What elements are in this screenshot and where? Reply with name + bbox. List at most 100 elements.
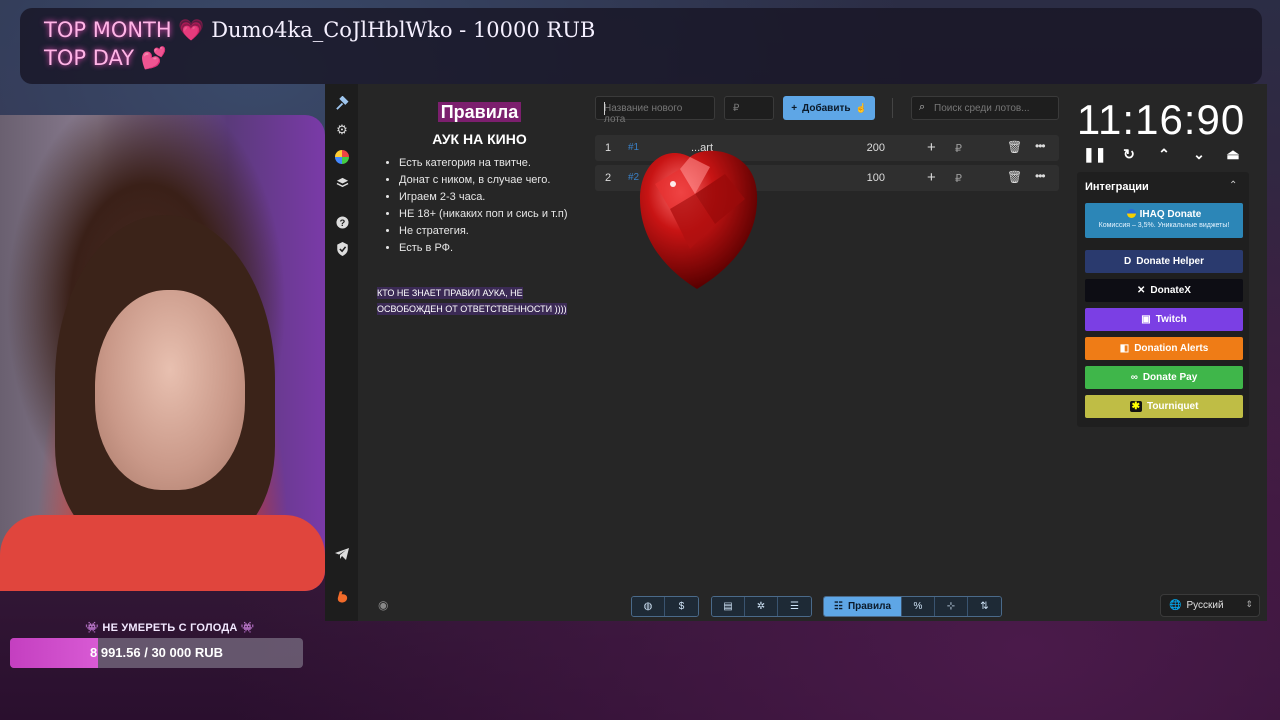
donate-pay-label: Donate Pay [1142, 372, 1198, 383]
webcam-face [95, 290, 245, 490]
tourniquet-button[interactable]: ✱ Tourniquet [1085, 395, 1243, 418]
add-amount-icon[interactable]: + [927, 169, 936, 186]
rules-icon: ☷ [833, 601, 843, 612]
pointer-hand-icon: ☝ [855, 102, 867, 113]
telegram-icon[interactable] [332, 544, 352, 564]
goal-title: 👾 НЕ УМЕРЕТЬ С ГОЛОДА 👾 [85, 622, 255, 634]
hearts-icon: 💕 [140, 46, 167, 70]
ihaq-donate-label: IHAQ Donate [1085, 209, 1243, 220]
top-day-label: TOP DAY [44, 46, 135, 70]
gear-icon[interactable]: ⚙ [332, 120, 352, 140]
sort-icon[interactable]: ⇅ [968, 597, 1001, 616]
donate-helper-icon: D [1123, 256, 1132, 267]
help-icon[interactable]: ? [332, 212, 352, 232]
lot-index: 1 [605, 142, 612, 154]
auction-hammer-icon[interactable] [332, 93, 352, 113]
rules-item: Донат с ником, в случае чего. [399, 172, 582, 189]
donate-helper-button[interactable]: D Donate Helper [1085, 250, 1243, 273]
rules-subtitle: АУК НА КИНО [432, 131, 527, 147]
new-lot-amount-input[interactable]: ₽ [724, 96, 774, 120]
rules-toggle-label: Правила [847, 601, 892, 612]
integrations-title: Интеграции [1085, 181, 1149, 193]
globe-icon: 🌐 [1169, 600, 1182, 611]
search-icon: ⌕ [919, 101, 926, 113]
language-label: Русский [1186, 600, 1224, 611]
donation-alerts-button[interactable]: ◧ Donation Alerts [1085, 337, 1243, 360]
save-icon[interactable]: ▤ [712, 597, 745, 616]
language-select[interactable]: 🌐 Русский ⇕ [1160, 594, 1260, 617]
donatex-icon: ✕ [1137, 285, 1146, 296]
bug-icon[interactable]: ✲ [745, 597, 778, 616]
tools-group: ▤ ✲ ☰ [711, 596, 812, 617]
lot-currency[interactable]: ₽ [955, 142, 962, 155]
lot-search-input[interactable]: ⌕ Поиск среди лотов... [911, 96, 1059, 120]
goal-progress-bar: 8 991.56 / 30 000 RUB [10, 638, 303, 668]
eject-icon[interactable]: ⏏ [1222, 146, 1244, 166]
goal-progress-text: 8 991.56 / 30 000 RUB [90, 645, 223, 660]
integrations-panel: Интеграции ⌃ IHAQ Donate Комиссия – 3,5%… [1077, 172, 1249, 427]
rules-item: Есть категория на твитче. [399, 155, 582, 172]
trash-icon[interactable]: 🗑 [1007, 170, 1022, 184]
twitch-button[interactable]: ▣ Twitch [1085, 308, 1243, 331]
donate-pay-icon: ∞ [1130, 372, 1138, 383]
more-options-icon[interactable]: ••• [1035, 139, 1046, 153]
new-lot-name-input[interactable]: Название нового лота [595, 96, 715, 125]
webcam-shirt [0, 515, 325, 591]
donation-alerts-label: Donation Alerts [1134, 343, 1209, 354]
lot-amount: 200 [866, 142, 885, 154]
lot-index: 2 [605, 172, 612, 184]
more-options-icon[interactable]: ••• [1035, 169, 1046, 183]
donatex-label: DonateX [1150, 285, 1191, 296]
plus-icon: + [791, 102, 798, 114]
top-month-label: TOP MONTH [44, 18, 172, 42]
search-placeholder: Поиск среди лотов... [934, 103, 1030, 114]
crystal-heart-overlay [640, 150, 758, 289]
ukraine-flag-icon [1126, 209, 1136, 218]
twitch-icon: ▣ [1141, 314, 1151, 325]
pause-icon[interactable]: ❚❚ [1083, 146, 1106, 166]
tourniquet-label: Tourniquet [1146, 401, 1199, 412]
sidebar: ⚙ ? [325, 84, 358, 621]
dollar-icon[interactable]: $ [665, 597, 698, 616]
trash-icon[interactable]: 🗑 [1007, 140, 1022, 154]
top-month-value: Dumo4ka_CoJlHblWko - 10000 RUB [211, 18, 596, 42]
view-group: ☷ Правила % ⊹ ⇅ [823, 596, 1002, 617]
boosty-icon[interactable] [332, 587, 352, 607]
add-amount-icon[interactable]: + [927, 139, 936, 156]
rules-item: Играем 2-3 часа. [399, 189, 582, 206]
list-edit-icon[interactable]: ☰ [778, 597, 811, 616]
heart-icon: 💗 [178, 18, 205, 42]
webcam-feed [0, 115, 325, 591]
layers-icon[interactable] [332, 173, 352, 193]
donatex-button[interactable]: ✕ DonateX [1085, 279, 1243, 302]
ihaq-donate-button[interactable]: IHAQ Donate Комиссия – 3,5%. Уникальные … [1085, 203, 1243, 238]
github-icon[interactable]: ◍ [632, 597, 665, 616]
svg-text:?: ? [339, 217, 345, 227]
lot-amount: 100 [866, 172, 885, 184]
chevron-down-icon[interactable]: ⌄ [1188, 146, 1210, 166]
links-group: ◍ $ [631, 596, 699, 617]
rules-item: НЕ 18+ (никаких поп и сись и т.п) [399, 206, 582, 223]
chevron-up-icon[interactable]: ⌃ [1229, 180, 1237, 191]
twitch-label: Twitch [1155, 314, 1187, 325]
lot-currency[interactable]: ₽ [955, 172, 962, 185]
donate-pay-button[interactable]: ∞ Donate Pay [1085, 366, 1243, 389]
auction-app: ⚙ ? Правила АУК НА КИНО Есть категория н… [325, 84, 1267, 621]
percent-icon[interactable]: % [902, 597, 935, 616]
timer-display: 11:16:90 [1076, 96, 1246, 143]
top-day-row: TOP DAY 💕 [44, 46, 167, 71]
ihaq-donate-subtitle: Комиссия – 3,5%. Уникальные виджеты! [1098, 222, 1230, 229]
top-donators-banner: TOP MONTH 💗 Dumo4ka_CoJlHblWko - 10000 R… [20, 8, 1262, 84]
tourniquet-icon: ✱ [1129, 401, 1142, 412]
rules-item: Есть в РФ. [399, 240, 582, 257]
add-lot-button[interactable]: + Добавить ☝ [783, 96, 875, 120]
rules-toggle-button[interactable]: ☷ Правила [824, 597, 902, 616]
wheel-icon[interactable] [332, 147, 352, 167]
reset-icon[interactable]: ↻ [1118, 146, 1140, 166]
eye-icon[interactable]: ◉ [378, 598, 388, 612]
split-icon[interactable]: ⊹ [935, 597, 968, 616]
chevron-up-icon[interactable]: ⌃ [1153, 146, 1175, 166]
shield-check-icon[interactable] [332, 239, 352, 259]
rules-list: Есть категория на твитче. Донат с ником,… [377, 155, 582, 257]
rules-note: КТО НЕ ЗНАЕТ ПРАВИЛ АУКА, НЕ ОСВОБОЖДЕН … [377, 287, 567, 315]
